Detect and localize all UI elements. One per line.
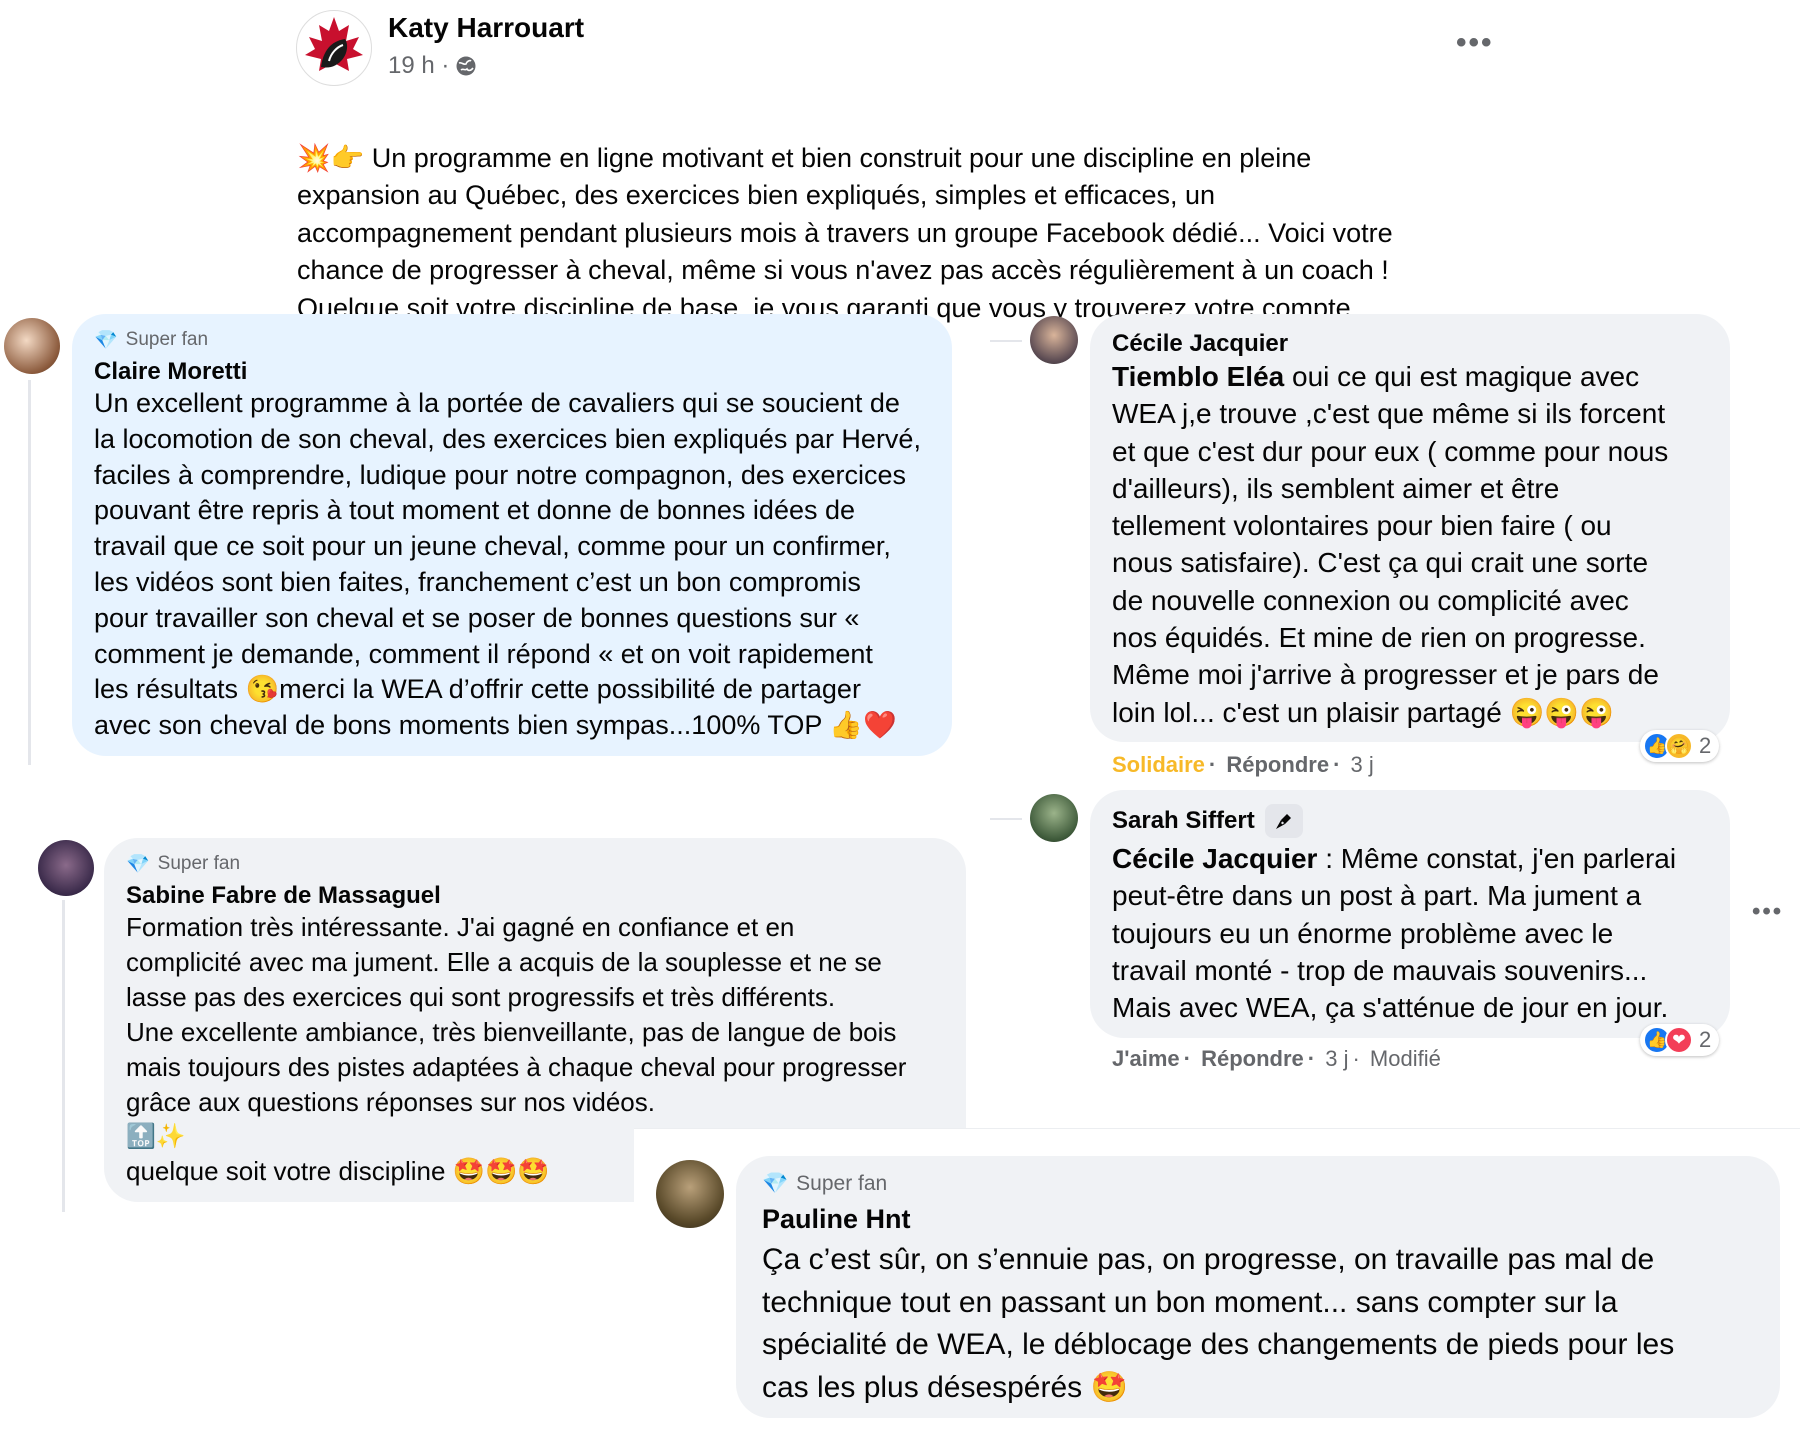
comment-actions: Solidaire · Répondre · 3 j xyxy=(1112,752,1374,777)
comment-actions: J'aime · Répondre · 3 j · Modifié xyxy=(1112,1046,1441,1071)
diamond-icon: 💎 xyxy=(126,854,150,875)
commenter-name[interactable]: Sarah Siffert xyxy=(1112,807,1255,835)
globe-icon xyxy=(456,56,476,76)
commenter-name[interactable]: Pauline Hnt xyxy=(762,1204,1754,1235)
post-body: 💥👉 Un programme en ligne motivant et bie… xyxy=(297,102,1497,327)
post-time[interactable]: 19 h · xyxy=(388,52,449,80)
super-fan-badge: 💎 Super fan xyxy=(762,1172,888,1195)
commenter-header: Sarah Siffert xyxy=(1112,804,1708,838)
comment-time[interactable]: 3 j xyxy=(1325,1046,1348,1071)
commenter-name[interactable]: Sabine Fabre de Massaguel xyxy=(126,882,944,910)
reply-connector xyxy=(990,340,1022,342)
reaction-summary[interactable]: 👍 ❤ 2 xyxy=(1640,1024,1720,1056)
commenter-avatar[interactable] xyxy=(1030,316,1078,364)
comment-text: Tiemblo Eléa oui ce qui est magique avec… xyxy=(1112,361,1669,728)
mention-link[interactable]: Tiemblo Eléa xyxy=(1112,361,1284,392)
comment-text: Un excellent programme à la portée de ca… xyxy=(94,388,921,741)
commenter-name[interactable]: Claire Moretti xyxy=(94,358,930,386)
reply-button[interactable]: Répondre xyxy=(1226,752,1329,777)
reaction-summary[interactable]: 👍 🤗 2 xyxy=(1640,730,1720,762)
thread-line xyxy=(62,900,65,1212)
commenter-avatar[interactable] xyxy=(1030,794,1078,842)
edited-label: Modifié xyxy=(1369,1046,1441,1071)
reply-connector xyxy=(990,818,1022,820)
comment-bubble-cecile: Cécile Jacquier Tiemblo Eléa oui ce qui … xyxy=(1090,314,1730,742)
commenter-name[interactable]: Cécile Jacquier xyxy=(1112,330,1708,358)
pen-nib-badge-icon xyxy=(1264,804,1303,838)
comment-text: Cécile Jacquier : Même constat, j'en par… xyxy=(1112,843,1677,1024)
super-fan-badge: 💎 Super fan xyxy=(94,329,209,351)
mention-link[interactable]: Cécile Jacquier xyxy=(1112,843,1317,874)
comment-text: Formation très intéressante. J'ai gagné … xyxy=(126,912,907,1117)
like-button[interactable]: J'aime xyxy=(1112,1046,1180,1071)
comment-time[interactable]: 3 j xyxy=(1351,752,1374,777)
post-meta: 19 h · xyxy=(388,52,477,80)
comment-bubble-pauline: 💎 Super fan Pauline Hnt Ça c’est sûr, on… xyxy=(736,1156,1780,1418)
thread-line xyxy=(28,380,31,765)
super-fan-badge: 💎 Super fan xyxy=(126,853,241,875)
comment-text: Ça c’est sûr, on s’ennuie pas, on progre… xyxy=(762,1243,1675,1404)
post-author-name[interactable]: Katy Harrouart xyxy=(388,12,584,44)
diamond-icon: 💎 xyxy=(94,330,118,351)
post-lead-emojis: 💥👉 xyxy=(297,142,365,173)
post-more-options-button[interactable]: ••• xyxy=(1456,26,1494,60)
commenter-avatar[interactable] xyxy=(656,1160,724,1228)
reply-button[interactable]: Répondre xyxy=(1201,1046,1304,1071)
solidaire-button[interactable]: Solidaire xyxy=(1112,752,1205,777)
love-reaction-icon: ❤ xyxy=(1665,1026,1693,1054)
comment-more-options-button[interactable]: ••• xyxy=(1752,898,1783,926)
post-text: Un programme en ligne motivant et bien c… xyxy=(297,142,1393,323)
reaction-count: 2 xyxy=(1699,1027,1712,1052)
reaction-count: 2 xyxy=(1699,733,1712,758)
commenter-avatar[interactable] xyxy=(38,840,94,896)
diamond-icon: 💎 xyxy=(762,1172,789,1195)
commenter-avatar[interactable] xyxy=(4,318,60,374)
care-reaction-icon: 🤗 xyxy=(1665,732,1693,760)
comment-bubble-claire: 💎 Super fan Claire Moretti Un excellent … xyxy=(72,314,952,756)
comment-bubble-sarah: Sarah Siffert Cécile Jacquier : Même con… xyxy=(1090,790,1730,1038)
maple-leaf-horse-logo-icon xyxy=(305,17,363,71)
author-avatar[interactable] xyxy=(296,10,372,86)
